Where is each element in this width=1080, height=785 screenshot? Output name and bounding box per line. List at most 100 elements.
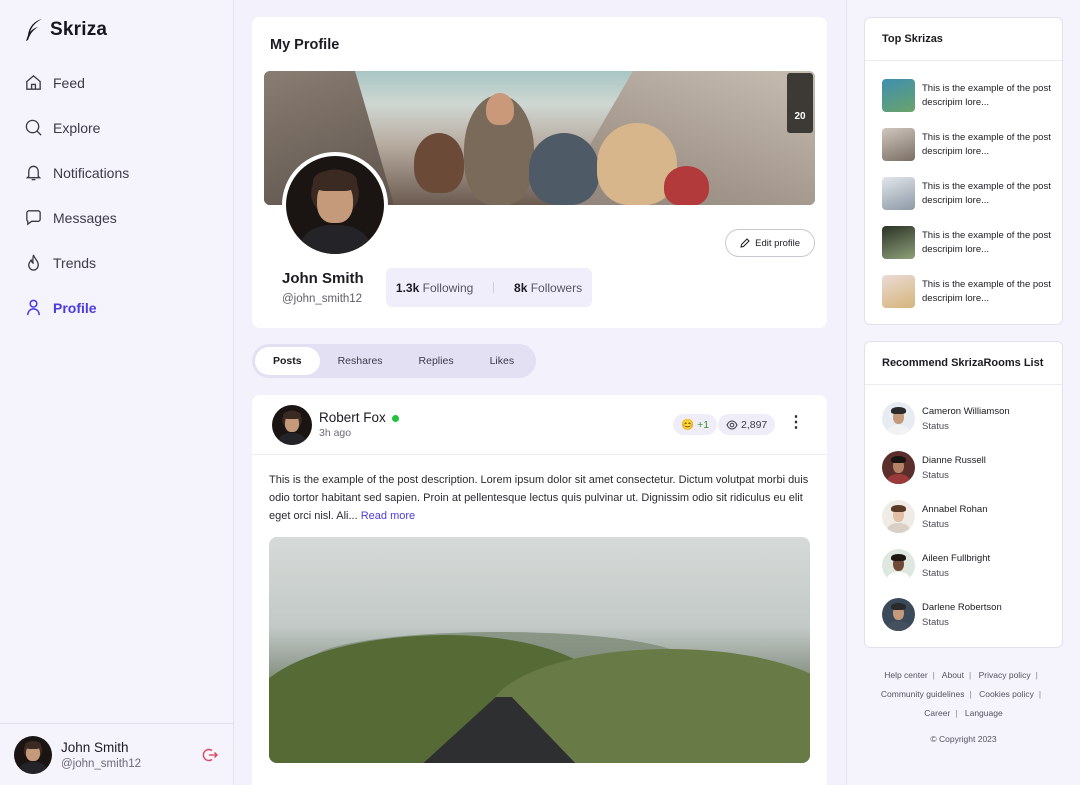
room-status: Status <box>922 420 949 432</box>
edit-profile-label: Edit profile <box>755 237 800 249</box>
post-thumbnail <box>882 177 915 210</box>
main-content: My Profile 20 Edit profile John Smith @j… <box>252 17 827 785</box>
post-text: This is the example of the post descript… <box>269 474 809 522</box>
tab-posts[interactable]: Posts <box>255 347 320 375</box>
current-user-name: John Smith <box>61 739 129 755</box>
following-count: 1.3k <box>395 280 420 295</box>
list-item-text: This is the example of the post descripi… <box>922 181 1051 206</box>
home-icon <box>26 74 41 90</box>
followers-count: 8k <box>514 280 528 295</box>
profile-stats: 1.3k Following 8k Followers <box>386 268 592 307</box>
following-label: Following <box>422 280 474 295</box>
eye-icon <box>726 419 738 430</box>
footer-link[interactable]: Help center <box>884 670 927 680</box>
edit-profile-button[interactable]: Edit profile <box>725 229 815 257</box>
footer-link[interactable]: Privacy policy <box>979 670 1031 680</box>
room-status: Status <box>922 518 949 530</box>
post-body: This is the example of the post descript… <box>269 471 809 525</box>
panel-title: Recommend SkrizaRooms List <box>865 342 1062 385</box>
post-thumbnail <box>882 226 915 259</box>
list-item[interactable]: This is the example of the post descripi… <box>882 177 1062 210</box>
avatar <box>882 451 915 484</box>
copyright: © Copyright 2023 <box>930 734 997 744</box>
avatar[interactable] <box>272 405 312 445</box>
list-item[interactable]: This is the example of the post descripi… <box>882 79 1062 112</box>
avatar <box>882 549 915 582</box>
post-thumbnail <box>882 79 915 112</box>
nav-label: Explore <box>53 119 101 136</box>
flame-icon <box>28 254 39 271</box>
current-user-handle: @john_smith12 <box>61 757 142 770</box>
post-image[interactable] <box>269 537 810 763</box>
room-status: Status <box>922 469 949 481</box>
profile-avatar[interactable] <box>282 152 388 258</box>
profile-tabs: Posts Reshares Replies Likes <box>252 344 536 378</box>
current-user-card[interactable]: John Smith @john_smith12 <box>0 723 234 785</box>
more-options-icon[interactable]: ⋮ <box>788 415 804 431</box>
list-item[interactable]: This is the example of the post descripi… <box>882 226 1062 259</box>
bell-icon <box>25 165 42 181</box>
nav-label: Profile <box>53 299 97 316</box>
nav-label: Messages <box>53 209 117 226</box>
nav-label: Feed <box>53 74 85 91</box>
room-name: Dianne Russell <box>922 454 986 466</box>
profile-name: John Smith <box>282 270 364 287</box>
avatar <box>882 598 915 631</box>
nav-item-trends[interactable]: Trends <box>24 240 129 285</box>
list-item-text: This is the example of the post descripi… <box>922 279 1051 304</box>
reaction-count: +1 <box>697 418 710 431</box>
post-author[interactable]: Robert Fox <box>319 410 399 425</box>
user-icon <box>27 299 40 316</box>
following-stat[interactable]: 1.3k Following <box>396 281 473 295</box>
list-item-text: This is the example of the post descripi… <box>922 230 1051 255</box>
footer-link[interactable]: Career <box>924 708 950 718</box>
message-icon <box>26 210 41 226</box>
online-indicator <box>391 414 399 422</box>
list-item[interactable]: This is the example of the post descripi… <box>882 128 1062 161</box>
avatar <box>882 500 915 533</box>
footer-link[interactable]: About <box>942 670 964 680</box>
post-card: Robert Fox 3h ago 😊 +1 2,897 ⋮ This is t… <box>252 395 827 785</box>
room-name: Aileen Fullbright <box>922 552 991 564</box>
room-status: Status <box>922 616 949 628</box>
read-more-link[interactable]: Read more <box>361 510 415 522</box>
room-item[interactable]: Annabel Rohan Status <box>882 500 988 533</box>
room-item[interactable]: Darlene Robertson Status <box>882 598 1002 631</box>
tab-likes[interactable]: Likes <box>472 347 533 375</box>
views-badge: 2,897 <box>718 414 776 435</box>
footer-link[interactable]: Cookies policy <box>979 689 1034 699</box>
nav-item-explore[interactable]: Explore <box>24 105 129 150</box>
room-item[interactable]: Cameron Williamson Status <box>882 402 1010 435</box>
panel-title: Top Skrizas <box>865 18 1062 61</box>
logout-icon[interactable] <box>202 747 218 763</box>
room-item[interactable]: Dianne Russell Status <box>882 451 986 484</box>
footer-link[interactable]: Community guidelines <box>881 689 965 699</box>
app-logo[interactable]: Skriza <box>24 18 107 42</box>
room-name: Darlene Robertson <box>922 601 1002 613</box>
post-time: 3h ago <box>319 427 352 439</box>
nav-item-profile[interactable]: Profile <box>24 285 129 330</box>
tab-reshares[interactable]: Reshares <box>320 347 401 375</box>
post-thumbnail <box>882 128 915 161</box>
rooms-panel: Recommend SkrizaRooms List Cameron Willi… <box>864 341 1063 648</box>
views-count: 2,897 <box>741 418 768 431</box>
nav-item-messages[interactable]: Messages <box>24 195 129 240</box>
room-item[interactable]: Aileen Fullbright Status <box>882 549 990 582</box>
footer-link[interactable]: Language <box>965 708 1003 718</box>
post-header: Robert Fox 3h ago 😊 +1 2,897 ⋮ <box>252 395 827 455</box>
reaction-badge[interactable]: 😊 +1 <box>673 414 718 435</box>
avatar <box>882 402 915 435</box>
list-item[interactable]: This is the example of the post descripi… <box>882 275 1062 308</box>
room-name: Annabel Rohan <box>922 503 988 515</box>
followers-stat[interactable]: 8k Followers <box>514 281 582 295</box>
nav-item-feed[interactable]: Feed <box>24 60 129 105</box>
stats-divider <box>493 282 495 293</box>
profile-handle: @john_smith12 <box>282 293 363 305</box>
nav-label: Notifications <box>53 164 130 181</box>
footer-links: Help center | About | Privacy policy | Comm… <box>880 670 1042 718</box>
pencil-icon <box>740 238 750 248</box>
nav-item-notifications[interactable]: Notifications <box>24 150 129 195</box>
room-name: Cameron Williamson <box>922 405 1010 417</box>
list-item-text: This is the example of the post descripi… <box>922 83 1051 108</box>
tab-replies[interactable]: Replies <box>401 347 472 375</box>
